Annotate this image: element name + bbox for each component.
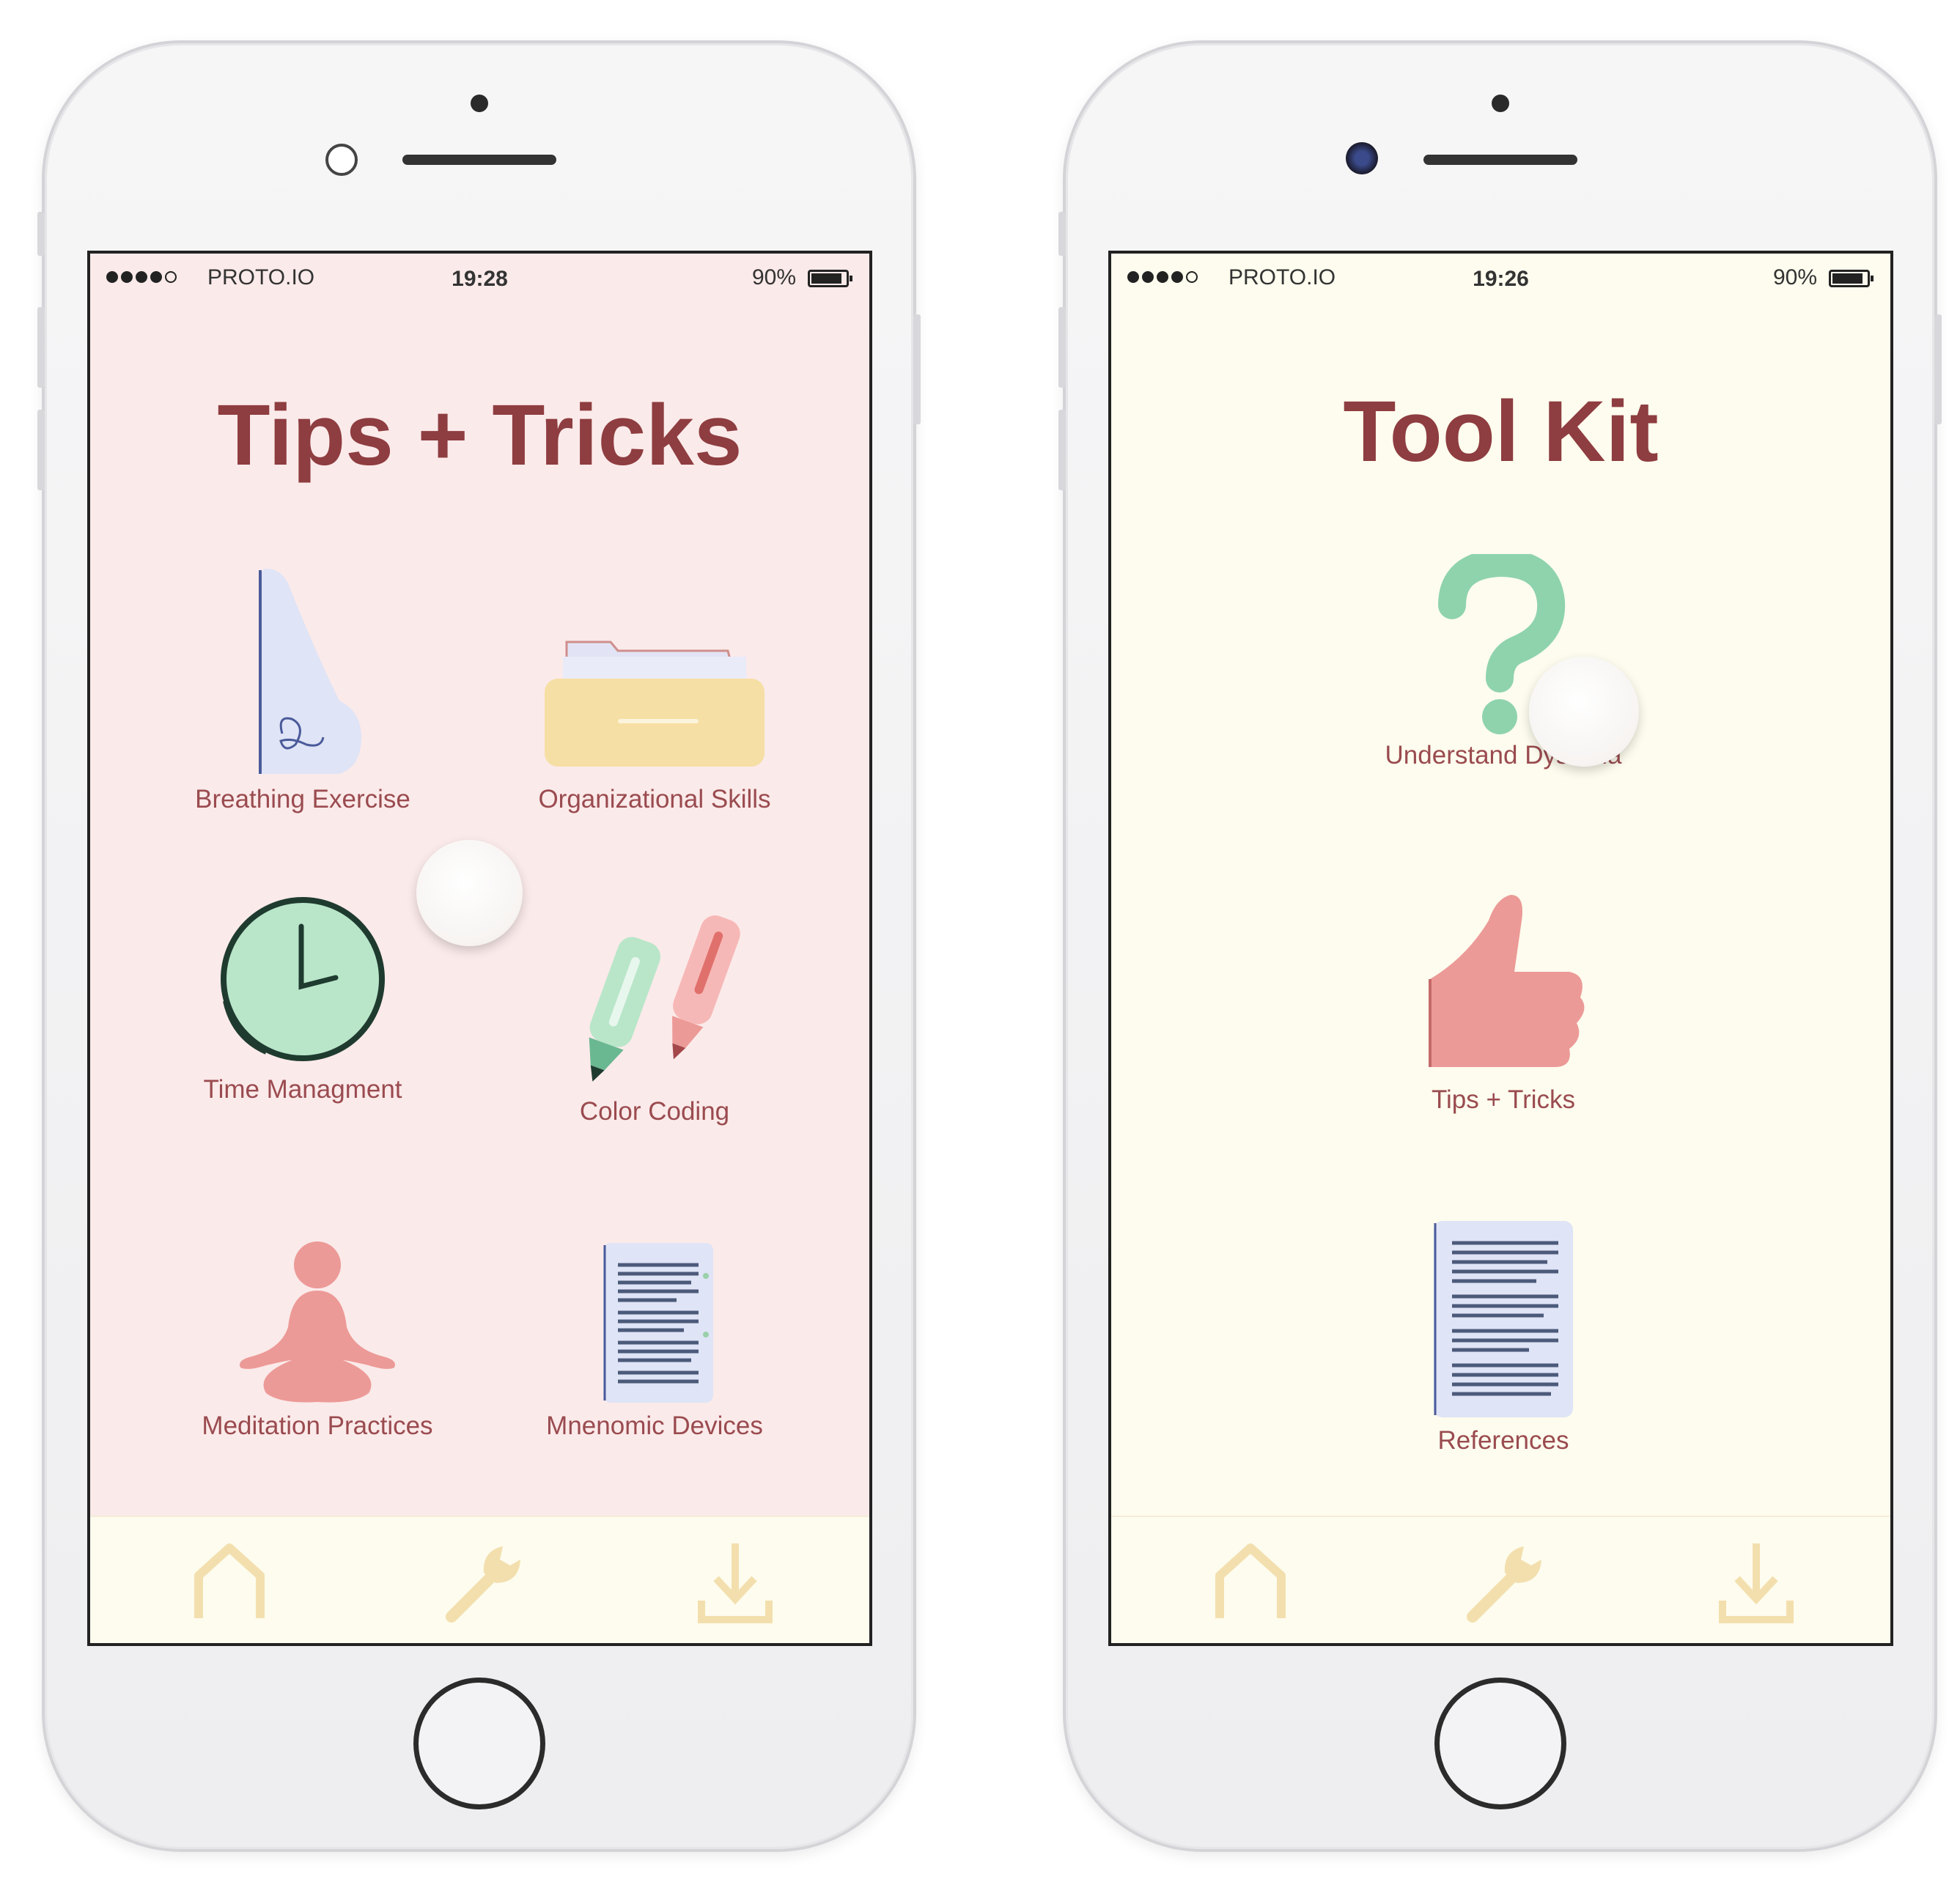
download-icon bbox=[1719, 1543, 1794, 1623]
meditation-icon bbox=[240, 1241, 395, 1403]
screen-tips-tricks: PROTO.IO 19:28 90% Tips + Tricks Breathi… bbox=[87, 251, 872, 1646]
status-bar: PROTO.IO 19:26 90% bbox=[1111, 254, 1890, 305]
tab-toolkit[interactable] bbox=[1459, 1538, 1547, 1625]
menu-item-breathing-exercise[interactable]: Breathing Exercise bbox=[171, 561, 435, 814]
menu-item-mnenomic-devices[interactable]: Mnenomic Devices bbox=[508, 1239, 801, 1441]
signal-icon bbox=[1127, 271, 1198, 283]
menu-item-label: Breathing Exercise bbox=[195, 785, 410, 813]
menu-item-label: Tips + Tricks bbox=[1431, 1085, 1576, 1114]
phone-right: PROTO.IO 19:26 90% Tool Kit Understand D… bbox=[1058, 40, 1942, 1852]
earpiece-speaker bbox=[1423, 155, 1577, 165]
menu-item-meditation-practices[interactable]: Meditation Practices bbox=[171, 1239, 464, 1441]
home-icon bbox=[194, 1543, 265, 1618]
volume-down-button bbox=[1058, 410, 1066, 490]
menu-item-label: References bbox=[1437, 1426, 1569, 1455]
home-icon bbox=[1215, 1543, 1286, 1618]
download-icon bbox=[698, 1543, 773, 1623]
touch-indicator bbox=[416, 840, 523, 946]
tab-download[interactable] bbox=[1712, 1538, 1800, 1625]
menu-item-tips-tricks[interactable]: Tips + Tricks bbox=[1357, 884, 1650, 1115]
nose-icon bbox=[259, 569, 361, 774]
tab-home[interactable] bbox=[1206, 1538, 1294, 1625]
thumbs-up-icon bbox=[1429, 895, 1585, 1067]
earpiece-speaker bbox=[402, 155, 556, 165]
mute-switch bbox=[37, 212, 45, 256]
tab-bar bbox=[90, 1516, 869, 1643]
power-button bbox=[1934, 314, 1942, 424]
menu-item-label: Meditation Practices bbox=[202, 1412, 433, 1440]
status-time: 19:28 bbox=[452, 267, 508, 291]
mute-switch bbox=[1058, 212, 1066, 256]
front-camera bbox=[1346, 142, 1378, 174]
front-camera bbox=[325, 144, 358, 176]
status-bar: PROTO.IO 19:28 90% bbox=[90, 254, 869, 305]
wrench-icon bbox=[446, 1546, 520, 1623]
battery-percent: 90% bbox=[1772, 265, 1817, 289]
status-time: 19:26 bbox=[1473, 267, 1529, 291]
menu-item-label: Time Managment bbox=[203, 1075, 402, 1104]
sensor-dot bbox=[470, 95, 488, 112]
carrier-label: PROTO.IO bbox=[1228, 265, 1336, 289]
battery-icon bbox=[808, 270, 852, 287]
battery-level-fill bbox=[1832, 273, 1863, 284]
power-button bbox=[913, 314, 921, 424]
carrier-label: PROTO.IO bbox=[207, 265, 315, 289]
volume-up-button bbox=[37, 307, 45, 388]
home-button[interactable] bbox=[413, 1678, 545, 1809]
touch-indicator bbox=[1529, 657, 1639, 767]
menu-item-color-coding[interactable]: Color Coding bbox=[508, 913, 801, 1126]
phone-left: PROTO.IO 19:28 90% Tips + Tricks Breathi… bbox=[37, 40, 921, 1852]
menu-item-label: Mnenomic Devices bbox=[546, 1412, 763, 1440]
signal-icon bbox=[106, 271, 177, 283]
tab-home[interactable] bbox=[185, 1538, 273, 1625]
page-title: Tips + Tricks bbox=[217, 387, 743, 484]
folder-icon bbox=[545, 641, 765, 767]
sensor-dot bbox=[1491, 95, 1509, 112]
highlighter-icon bbox=[589, 915, 740, 1082]
volume-down-button bbox=[37, 410, 45, 490]
document-icon bbox=[1434, 1221, 1573, 1417]
screen-tool-kit: PROTO.IO 19:26 90% Tool Kit Understand D… bbox=[1108, 251, 1893, 1646]
battery-icon bbox=[1829, 270, 1874, 287]
tab-download[interactable] bbox=[691, 1538, 779, 1625]
tab-bar bbox=[1111, 1516, 1890, 1643]
document-icon bbox=[603, 1243, 713, 1403]
menu-item-label: Understand Dyslexia bbox=[1385, 741, 1622, 770]
menu-item-organizational-skills[interactable]: Organizational Skills bbox=[508, 635, 801, 814]
volume-up-button bbox=[1058, 307, 1066, 388]
menu-item-label: Color Coding bbox=[579, 1097, 730, 1126]
tab-toolkit[interactable] bbox=[438, 1538, 526, 1625]
menu-item-time-managment[interactable]: Time Managment bbox=[171, 891, 435, 1104]
home-button[interactable] bbox=[1434, 1678, 1566, 1809]
battery-level-fill bbox=[811, 273, 841, 284]
page-title: Tool Kit bbox=[1343, 383, 1659, 480]
menu-item-label: Organizational Skills bbox=[538, 785, 771, 813]
battery-percent: 90% bbox=[751, 265, 796, 289]
clock-icon bbox=[221, 897, 385, 1061]
menu-item-references[interactable]: References bbox=[1357, 1217, 1650, 1455]
wrench-icon bbox=[1467, 1546, 1541, 1623]
